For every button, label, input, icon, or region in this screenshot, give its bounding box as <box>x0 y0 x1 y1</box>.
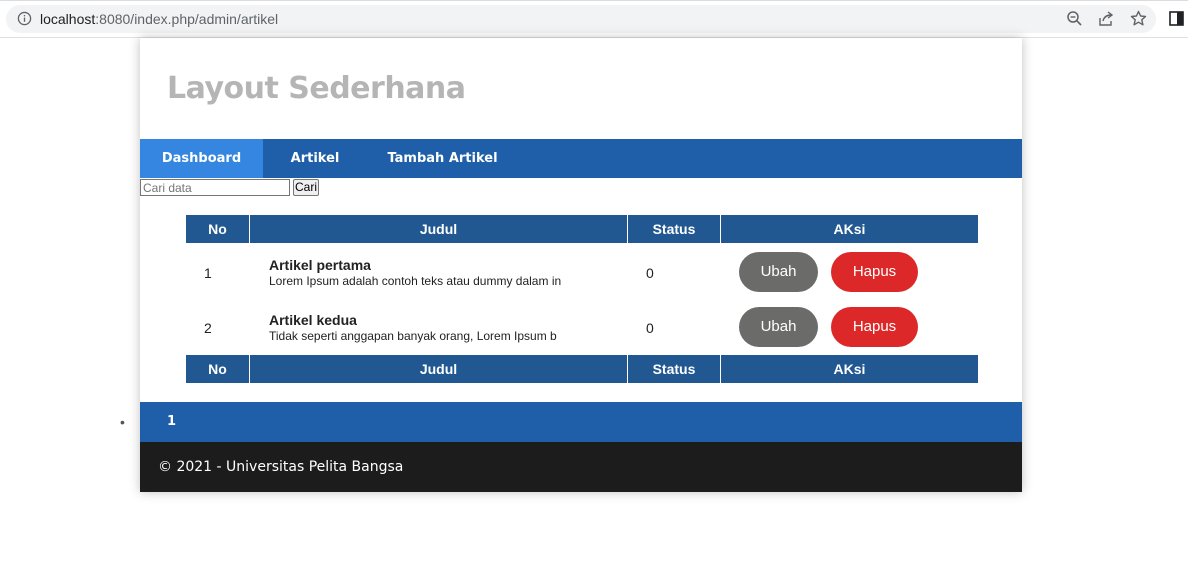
article-title: Artikel kedua <box>269 312 357 328</box>
cell-no: 2 <box>204 320 212 336</box>
table-row: 1 Artikel pertama Lorem Ipsum adalah con… <box>186 244 978 299</box>
tf-aksi: AKsi <box>833 361 866 377</box>
url-host: localhost <box>40 11 96 27</box>
article-excerpt: Tidak seperti anggapan banyak orang, Lor… <box>269 329 557 343</box>
th-no: No <box>186 215 250 243</box>
sidepanel-icon[interactable] <box>1168 10 1185 27</box>
delete-button[interactable]: Hapus <box>831 252 918 292</box>
th-status: Status <box>628 215 721 243</box>
nav-dashboard[interactable]: Dashboard <box>140 139 263 178</box>
footer-text: © 2021 - Universitas Pelita Bangsa <box>158 459 404 475</box>
table-row: 2 Artikel kedua Tidak seperti anggapan b… <box>186 299 978 354</box>
info-icon[interactable] <box>17 11 32 26</box>
toolbar-top-border <box>0 0 1188 1</box>
table-footer: No Judul Status AKsi <box>186 355 978 383</box>
tf-judul: Judul <box>250 355 628 383</box>
nav-tambah-artikel[interactable]: Tambah Artikel <box>385 139 500 178</box>
cell-no: 1 <box>204 265 212 281</box>
nav-artikel[interactable]: Artikel <box>280 139 350 178</box>
th-judul: Judul <box>250 215 628 243</box>
footer: © 2021 - Universitas Pelita Bangsa <box>140 442 1022 492</box>
article-title: Artikel pertama <box>269 257 371 273</box>
edit-button[interactable]: Ubah <box>739 307 818 347</box>
zoom-icon[interactable] <box>1066 10 1083 27</box>
main-nav: Dashboard Artikel Tambah Artikel <box>140 139 1022 178</box>
url-text[interactable]: localhost:8080/index.php/admin/artikel <box>40 11 278 27</box>
bullet-icon: • <box>120 414 125 430</box>
header: Layout Sederhana <box>140 38 1022 139</box>
article-excerpt: Lorem Ipsum adalah contoh teks atau dumm… <box>269 274 562 288</box>
edit-button[interactable]: Ubah <box>739 252 818 292</box>
delete-button[interactable]: Hapus <box>831 307 918 347</box>
star-icon[interactable] <box>1130 10 1147 27</box>
pagination: • 1 <box>120 402 1022 442</box>
page-link-1[interactable]: 1 <box>167 414 176 429</box>
th-aksi: AKsi <box>833 221 866 237</box>
site-title: Layout Sederhana <box>167 71 466 106</box>
page-container: Layout Sederhana Dashboard Artikel Tamba… <box>120 38 1022 492</box>
tf-no: No <box>186 355 250 383</box>
search-input[interactable] <box>140 179 290 196</box>
cell-status: 0 <box>646 320 654 336</box>
table-header: No Judul Status AKsi <box>186 215 978 243</box>
cell-status: 0 <box>646 265 654 281</box>
share-icon[interactable] <box>1098 10 1115 27</box>
search-button[interactable]: Cari <box>293 179 319 196</box>
tf-status: Status <box>628 355 721 383</box>
browser-toolbar: localhost:8080/index.php/admin/artikel <box>0 0 1188 38</box>
url-path: :8080/index.php/admin/artikel <box>95 11 279 27</box>
